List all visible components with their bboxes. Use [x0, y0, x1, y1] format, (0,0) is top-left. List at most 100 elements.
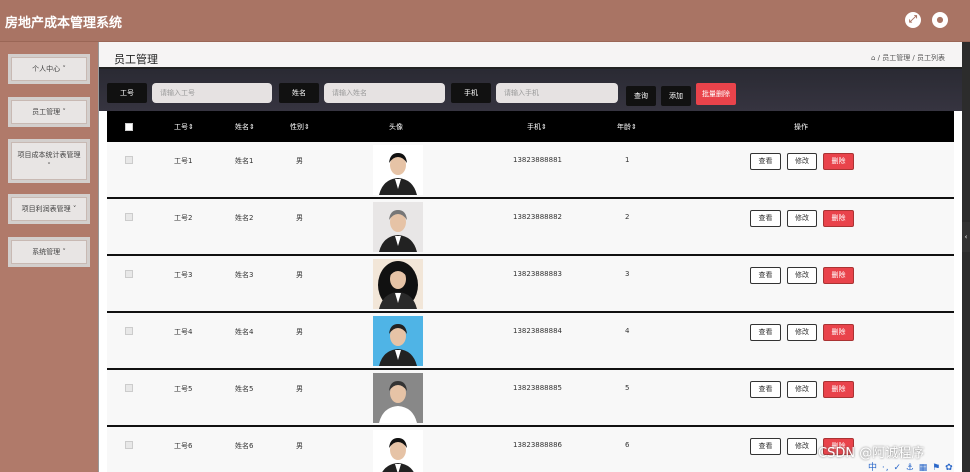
- avatar: [373, 259, 423, 309]
- cell-gender: 男: [296, 385, 303, 393]
- batch-delete-button[interactable]: 批量删除: [696, 83, 736, 105]
- header-avatar: 头像: [389, 123, 403, 131]
- row-checkbox[interactable]: [125, 270, 133, 278]
- view-button[interactable]: 查看: [750, 324, 781, 341]
- id-search-input[interactable]: 请输入工号: [152, 83, 272, 103]
- cell-age: 5: [625, 384, 630, 392]
- delete-button[interactable]: 删除: [823, 381, 854, 398]
- cell-name: 姓名3: [235, 271, 254, 279]
- cell-name: 姓名5: [235, 385, 254, 393]
- scrollbar[interactable]: [962, 42, 970, 472]
- employee-table: 工号⇕ 姓名⇕ 性别⇕ 头像 手机⇕ 年龄⇕ 操作 工号1 姓名1 男 1382…: [107, 111, 954, 472]
- user-icon[interactable]: ●: [932, 12, 948, 28]
- sidebar: 个人中心 ˅ 员工管理 ˅ 项目成本统计表管理 ˅ 项目利润表管理 ˅ 系统管理…: [0, 42, 98, 472]
- avatar: [373, 145, 423, 195]
- cell-age: 3: [625, 270, 630, 278]
- view-button[interactable]: 查看: [750, 267, 781, 284]
- sidebar-item-project-profit[interactable]: 项目利润表管理 ˅: [8, 194, 90, 224]
- input-toolbar[interactable]: 中 ·, ✓ ⚓ ▦ ⚑ ✿: [868, 460, 970, 472]
- portrait-image: [373, 202, 423, 252]
- avatar: [373, 430, 423, 472]
- cell-gender: 男: [296, 328, 303, 336]
- cell-age: 1: [625, 156, 630, 164]
- breadcrumb[interactable]: ⌂ / 员工管理 / 员工列表: [871, 53, 945, 63]
- header-gender[interactable]: 性别⇕: [290, 122, 310, 132]
- view-button[interactable]: 查看: [750, 210, 781, 227]
- header-phone[interactable]: 手机⇕: [527, 122, 547, 132]
- edit-button[interactable]: 修改: [787, 267, 817, 284]
- cell-id: 工号2: [174, 214, 193, 222]
- cell-id: 工号5: [174, 385, 193, 393]
- cell-name: 姓名6: [235, 442, 254, 450]
- edit-button[interactable]: 修改: [787, 438, 817, 455]
- name-label: 姓名: [279, 83, 319, 103]
- table-row: 工号1 姓名1 男 13823888881 1 查看 修改 删除: [107, 142, 954, 199]
- cell-age: 2: [625, 213, 630, 221]
- name-search-input[interactable]: 请输入姓名: [324, 83, 445, 103]
- page-title: 员工管理: [114, 53, 158, 66]
- delete-button[interactable]: 删除: [823, 267, 854, 284]
- delete-button[interactable]: 删除: [823, 153, 854, 170]
- view-button[interactable]: 查看: [750, 153, 781, 170]
- cell-id: 工号3: [174, 271, 193, 279]
- page-header: 员工管理 ⌂ / 员工管理 / 员工列表: [99, 42, 963, 69]
- view-button[interactable]: 查看: [750, 381, 781, 398]
- id-label: 工号: [107, 83, 147, 103]
- header-actions: 操作: [794, 123, 808, 131]
- cell-phone: 13823888886: [513, 441, 562, 449]
- phone-search-input[interactable]: 请输入手机: [496, 83, 618, 103]
- sidebar-item-system-management[interactable]: 系统管理 ˅: [8, 237, 90, 267]
- cell-gender: 男: [296, 214, 303, 222]
- header-age[interactable]: 年龄⇕: [617, 122, 637, 132]
- portrait-image: [373, 430, 423, 472]
- cell-name: 姓名2: [235, 214, 254, 222]
- delete-button[interactable]: 删除: [823, 210, 854, 227]
- row-checkbox[interactable]: [125, 327, 133, 335]
- portrait-image: [373, 316, 423, 366]
- cell-phone: 13823888885: [513, 384, 562, 392]
- table-row: 工号2 姓名2 男 13823888882 2 查看 修改 删除: [107, 199, 954, 256]
- sidebar-item-employee-management[interactable]: 员工管理 ˅: [8, 97, 90, 127]
- cell-age: 6: [625, 441, 630, 449]
- cell-name: 姓名1: [235, 157, 254, 165]
- row-checkbox[interactable]: [125, 213, 133, 221]
- header-id[interactable]: 工号⇕: [174, 122, 194, 132]
- select-all-checkbox[interactable]: [125, 123, 133, 131]
- cell-id: 工号1: [174, 157, 193, 165]
- sidebar-item-personal-center[interactable]: 个人中心 ˅: [8, 54, 90, 84]
- portrait-image: [373, 373, 423, 423]
- cell-phone: 13823888884: [513, 327, 562, 335]
- table-row: 工号3 姓名3 男 13823888883 3 查看 修改 删除: [107, 256, 954, 313]
- table-row: 工号4 姓名4 男 13823888884 4 查看 修改 删除: [107, 313, 954, 370]
- delete-button[interactable]: 删除: [823, 324, 854, 341]
- table-row: 工号5 姓名5 男 13823888885 5 查看 修改 删除: [107, 370, 954, 427]
- main-content: 员工管理 ⌂ / 员工管理 / 员工列表 工号 请输入工号 姓名 请输入姓名 手…: [98, 42, 963, 472]
- edit-button[interactable]: 修改: [787, 381, 817, 398]
- edit-button[interactable]: 修改: [787, 153, 817, 170]
- header-name[interactable]: 姓名⇕: [235, 122, 255, 132]
- edit-button[interactable]: 修改: [787, 324, 817, 341]
- row-checkbox[interactable]: [125, 384, 133, 392]
- filter-bar: 工号 请输入工号 姓名 请输入姓名 手机 请输入手机 查询 添加 批量删除: [99, 69, 963, 111]
- cell-id: 工号6: [174, 442, 193, 450]
- avatar: [373, 373, 423, 423]
- cell-age: 4: [625, 327, 630, 335]
- watermark: CSDN @阿诚程序: [818, 446, 925, 461]
- row-checkbox[interactable]: [125, 441, 133, 449]
- phone-label: 手机: [451, 83, 491, 103]
- fullscreen-icon[interactable]: ⤢: [905, 12, 921, 28]
- sidebar-item-project-cost[interactable]: 项目成本统计表管理 ˅: [8, 139, 90, 183]
- view-button[interactable]: 查看: [750, 438, 781, 455]
- cell-name: 姓名4: [235, 328, 254, 336]
- cell-phone: 13823888883: [513, 270, 562, 278]
- cell-phone: 13823888881: [513, 156, 562, 164]
- table-header: 工号⇕ 姓名⇕ 性别⇕ 头像 手机⇕ 年龄⇕ 操作: [107, 111, 954, 142]
- app-title: 房地产成本管理系统: [5, 16, 123, 31]
- add-button[interactable]: 添加: [661, 86, 691, 106]
- cell-id: 工号4: [174, 328, 193, 336]
- edit-button[interactable]: 修改: [787, 210, 817, 227]
- row-checkbox[interactable]: [125, 156, 133, 164]
- search-button[interactable]: 查询: [626, 86, 656, 106]
- collapse-tab[interactable]: ‹: [962, 222, 970, 252]
- portrait-image: [373, 145, 423, 195]
